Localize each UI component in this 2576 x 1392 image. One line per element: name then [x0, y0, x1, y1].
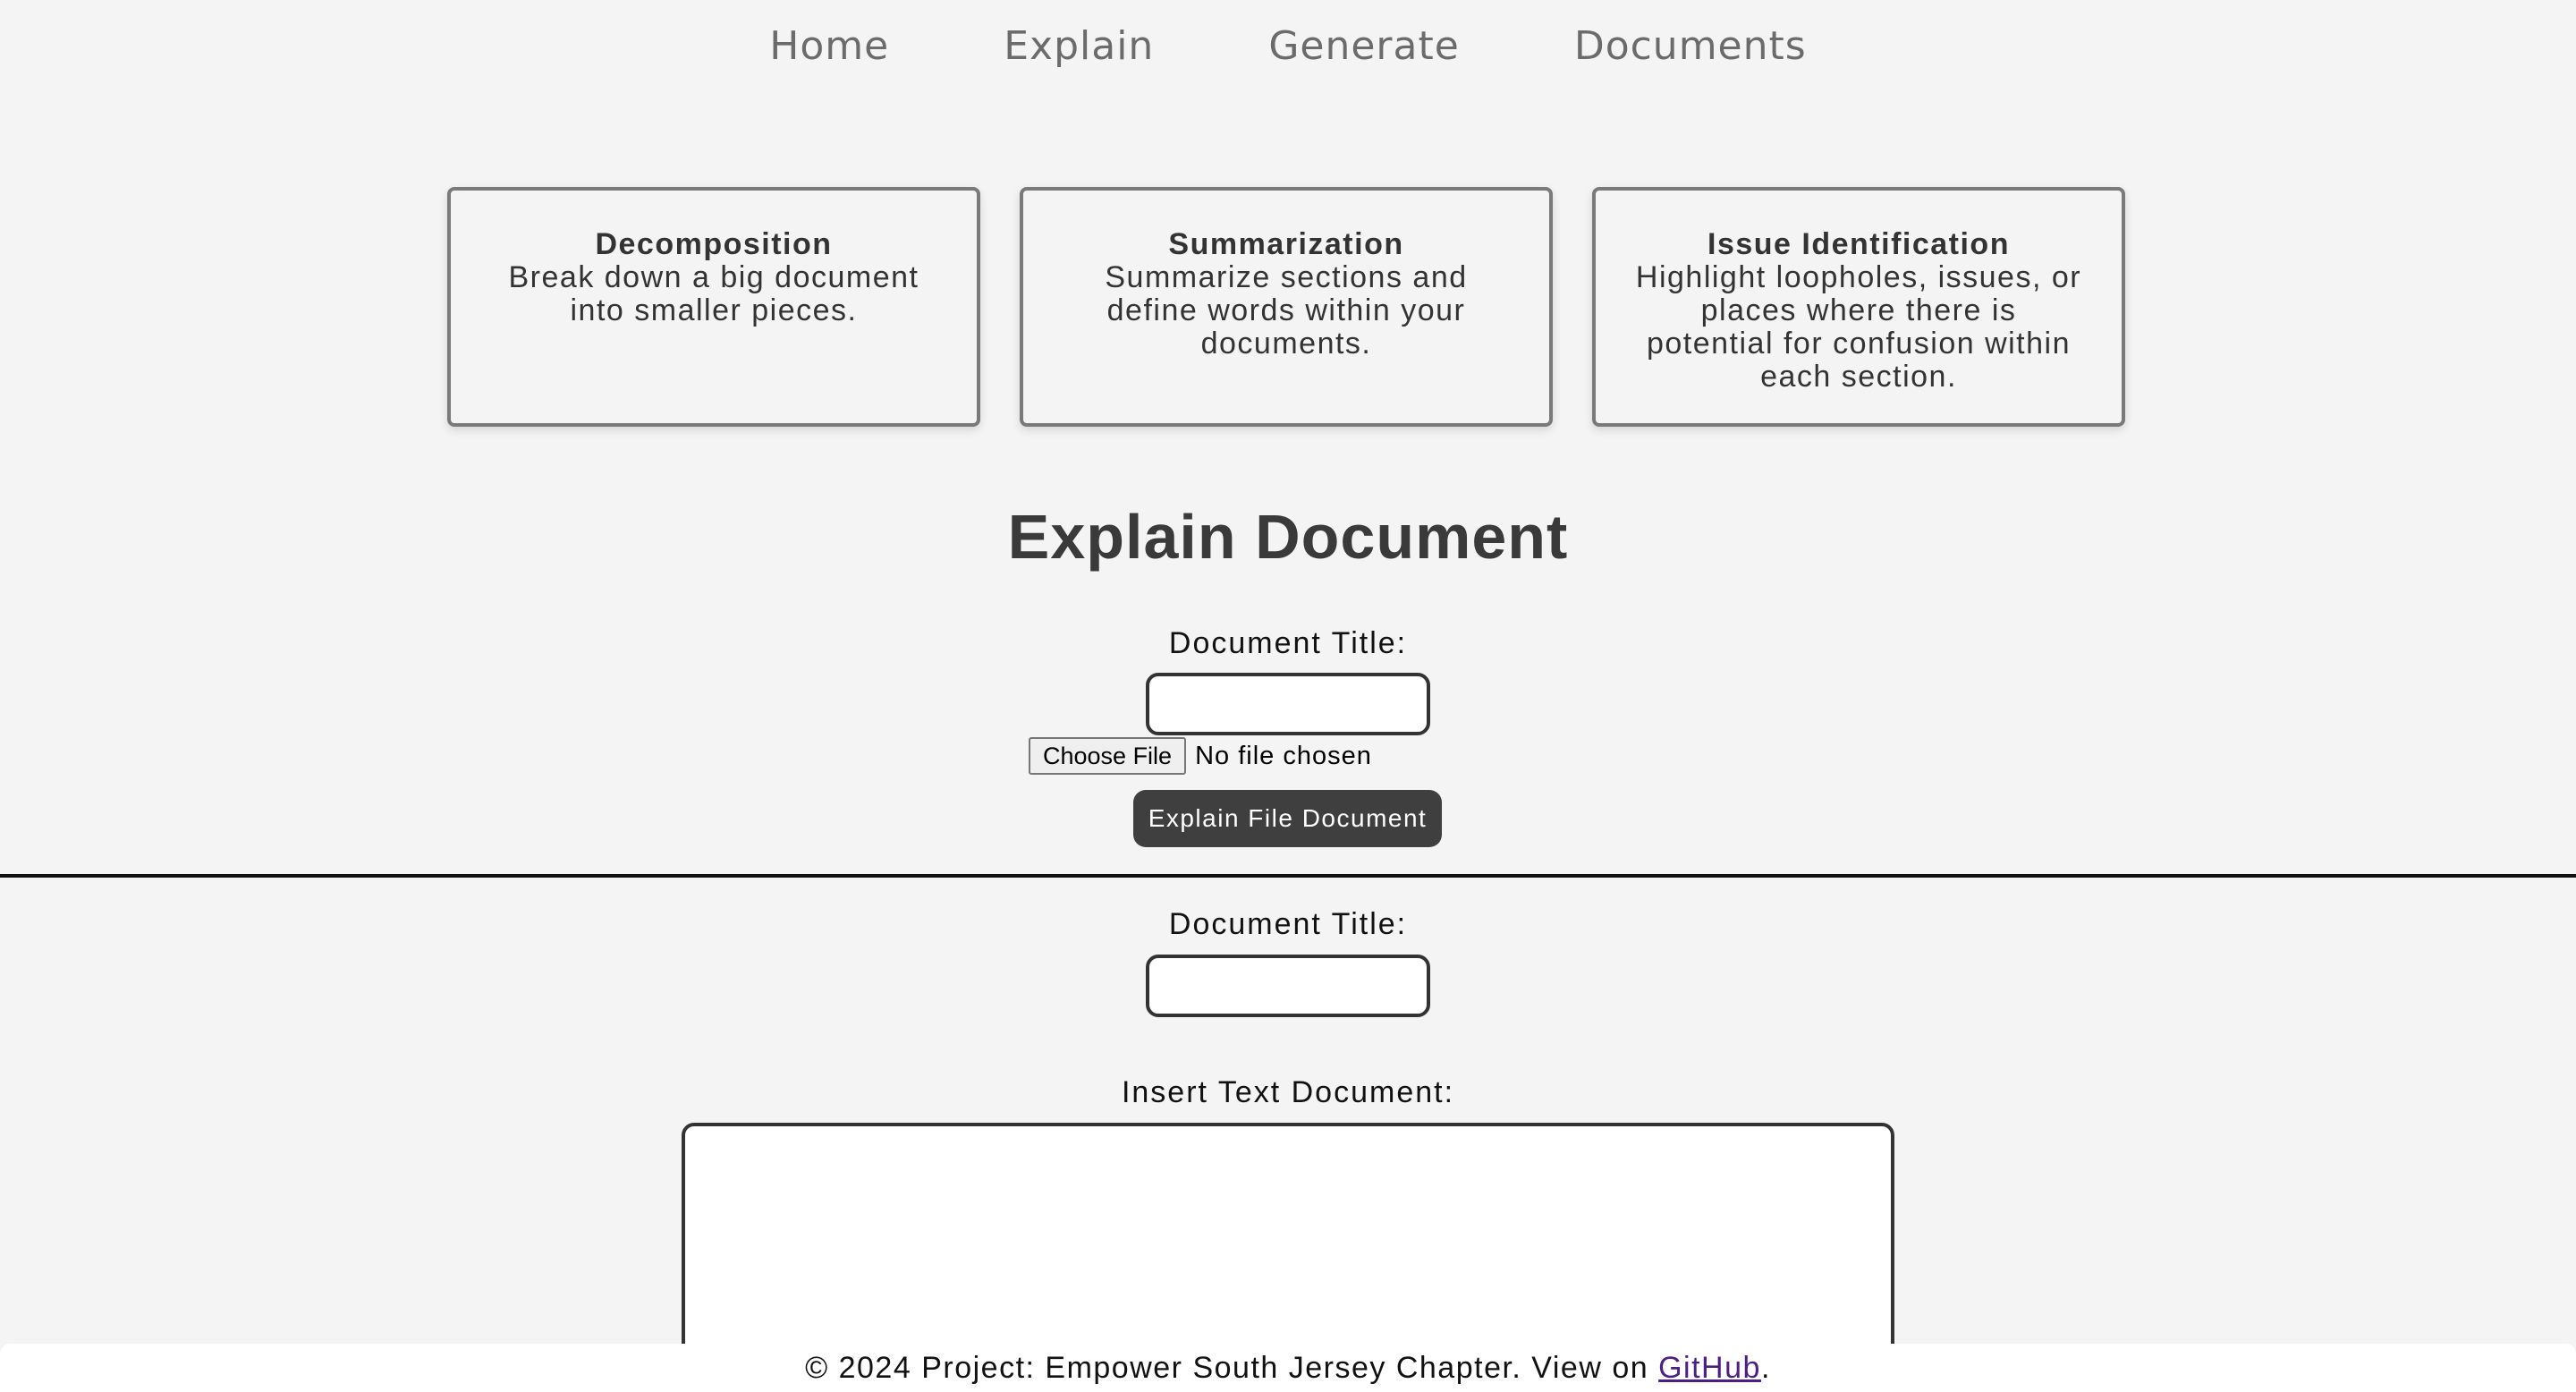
- page-title: Explain Document: [1007, 502, 1569, 572]
- file-picker: Choose File No file chosen: [1029, 737, 1372, 775]
- nav-generate[interactable]: Generate: [1268, 23, 1460, 69]
- insert-text-label: Insert Text Document:: [1121, 1075, 1455, 1109]
- text-title-label: Document Title:: [1168, 907, 1408, 941]
- nav-explain[interactable]: Explain: [1004, 23, 1154, 69]
- card-title: Decomposition: [595, 227, 833, 261]
- card-description: Highlight loopholes, issues, or places w…: [1635, 260, 2082, 394]
- text-document-title-input[interactable]: [1146, 955, 1430, 1017]
- top-nav: Home Explain Generate Documents: [0, 23, 2576, 69]
- footer: © 2024 Project: Empower South Jersey Cha…: [0, 1344, 2576, 1392]
- footer-text: © 2024 Project: Empower South Jersey Cha…: [805, 1351, 1659, 1385]
- section-divider: [0, 874, 2576, 878]
- feature-cards: Decomposition Break down a big document …: [447, 187, 2129, 430]
- explain-file-document-button[interactable]: Explain File Document: [1133, 790, 1442, 847]
- card-issue-identification: Issue Identification Highlight loopholes…: [1592, 187, 2125, 427]
- footer-suffix: .: [1760, 1351, 1771, 1385]
- choose-file-button[interactable]: Choose File: [1029, 737, 1187, 775]
- card-description: Break down a big document into smaller p…: [508, 260, 919, 327]
- nav-home[interactable]: Home: [769, 23, 889, 69]
- github-link[interactable]: GitHub: [1658, 1351, 1761, 1385]
- file-title-label: Document Title:: [1168, 626, 1408, 660]
- card-description: Summarize sections and define words with…: [1105, 260, 1468, 361]
- file-status-text: No file chosen: [1195, 741, 1372, 770]
- file-document-title-input[interactable]: [1146, 673, 1430, 735]
- card-summarization: Summarization Summarize sections and def…: [1020, 187, 1553, 427]
- nav-documents[interactable]: Documents: [1574, 23, 1807, 69]
- card-decomposition: Decomposition Break down a big document …: [447, 187, 980, 427]
- card-title: Summarization: [1168, 227, 1404, 261]
- card-title: Issue Identification: [1707, 227, 2010, 261]
